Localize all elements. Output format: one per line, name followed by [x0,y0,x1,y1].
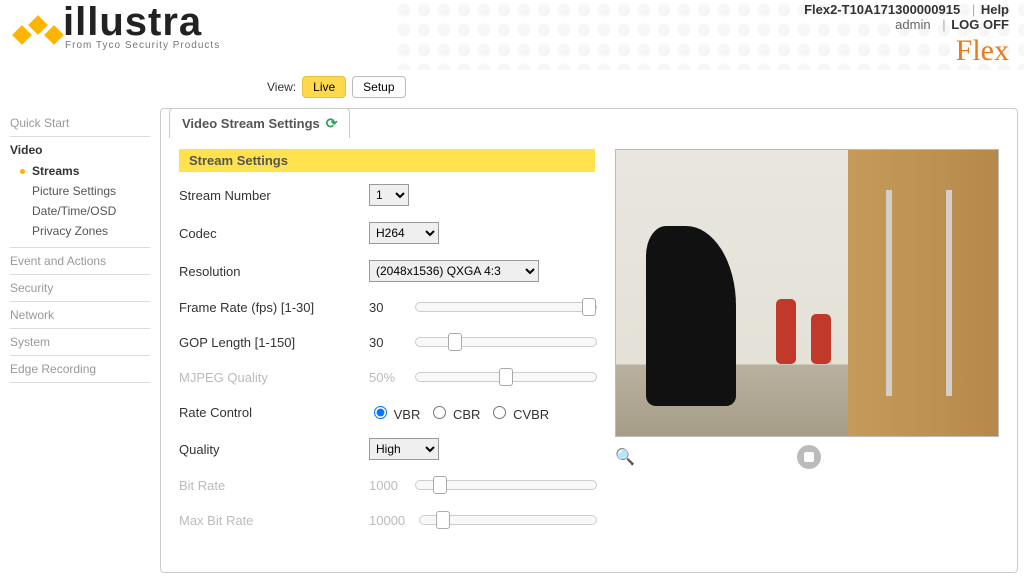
logo: illustra From Tyco Security Products [15,2,220,51]
section-header: Stream Settings [179,149,595,172]
slider-mjpeg [415,370,597,384]
sidebar-sub-datetime[interactable]: Date/Time/OSD [20,201,150,221]
select-codec[interactable]: H264 [369,222,439,244]
sidebar: Quick Start Video Streams Picture Settin… [10,110,150,383]
select-resolution[interactable]: (2048x1536) QXGA 4:3 [369,260,539,282]
logoff-link[interactable]: LOG OFF [951,17,1009,32]
select-quality[interactable]: High [369,438,439,460]
slider-frame-rate[interactable] [415,300,597,314]
video-preview [615,149,999,437]
view-live-button[interactable]: Live [302,76,346,98]
label-resolution: Resolution [179,264,369,279]
value-frame-rate: 30 [369,300,409,315]
sidebar-item-network[interactable]: Network [10,308,150,322]
view-label: View: [267,80,296,94]
value-mjpeg: 50% [369,370,409,385]
sidebar-item-quickstart[interactable]: Quick Start [10,116,150,130]
label-stream-number: Stream Number [179,188,369,203]
radio-vbr[interactable]: VBR [369,403,420,422]
slider-bitrate [415,478,597,492]
value-bitrate: 1000 [369,478,409,493]
label-gop: GOP Length [1-150] [179,335,369,350]
value-maxbitrate: 10000 [369,513,413,528]
zoom-icon[interactable]: 🔍 [615,447,635,467]
help-link[interactable]: Help [981,2,1009,17]
sidebar-sub-streams[interactable]: Streams [20,161,150,181]
radio-cbr[interactable]: CBR [428,403,480,422]
sidebar-item-video[interactable]: Video [10,143,150,157]
value-gop: 30 [369,335,409,350]
select-stream-number[interactable]: 1 [369,184,409,206]
sidebar-item-system[interactable]: System [10,335,150,349]
label-mjpeg: MJPEG Quality [179,370,369,385]
stop-button[interactable] [797,445,821,469]
brand-label: Flex [804,34,1009,68]
slider-gop[interactable] [415,335,597,349]
label-maxbitrate: Max Bit Rate [179,513,369,528]
reload-icon[interactable]: ⟳ [326,115,338,132]
sidebar-sub-picture[interactable]: Picture Settings [20,181,150,201]
radio-cvbr[interactable]: CVBR [488,403,549,422]
sidebar-item-edge[interactable]: Edge Recording [10,362,150,376]
device-id: Flex2-T10A171300000915 [804,2,960,17]
slider-maxbitrate [419,513,597,527]
label-rate-control: Rate Control [179,405,369,420]
view-setup-button[interactable]: Setup [352,76,405,98]
label-bitrate: Bit Rate [179,478,369,493]
label-codec: Codec [179,226,369,241]
tab-video-stream-settings[interactable]: Video Stream Settings ⟳ [169,108,350,138]
sidebar-sub-privacy[interactable]: Privacy Zones [20,221,150,241]
sidebar-item-event[interactable]: Event and Actions [10,254,150,268]
user-label: admin [895,17,930,32]
label-frame-rate: Frame Rate (fps) [1-30] [179,300,369,315]
sidebar-item-security[interactable]: Security [10,281,150,295]
label-quality: Quality [179,442,369,457]
